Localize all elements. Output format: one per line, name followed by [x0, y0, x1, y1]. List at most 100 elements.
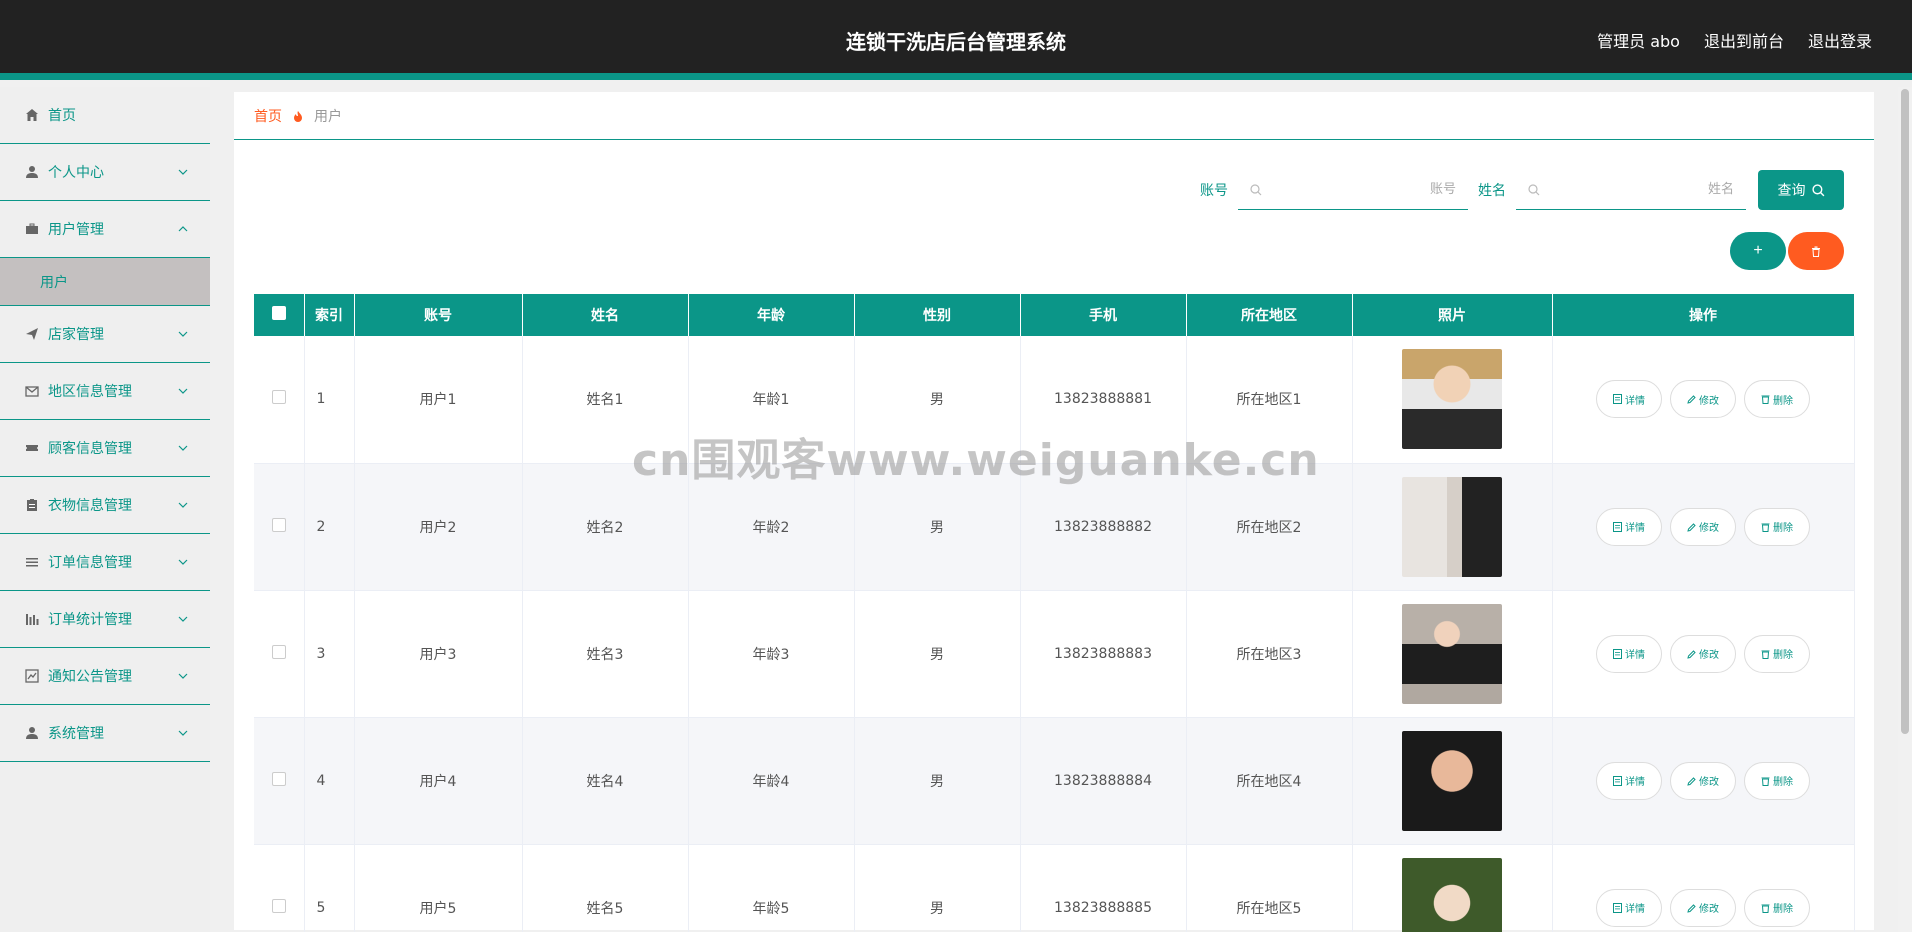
name-search-input[interactable] — [1516, 170, 1746, 209]
operations-cell: 详情 修改 删除 — [1552, 590, 1855, 718]
add-button[interactable]: + — [1730, 232, 1786, 270]
sidebar-item-label: 衣物信息管理 — [48, 498, 132, 514]
query-button[interactable]: 查询 — [1758, 170, 1844, 210]
chevron-down-icon — [178, 730, 188, 736]
delete-label: 删除 — [1773, 650, 1793, 661]
sidebar-item-user-management[interactable]: 用户管理 — [0, 201, 210, 258]
select-all-checkbox[interactable] — [271, 306, 286, 320]
user-table-wrapper: 索引 账号 姓名 年龄 性别 手机 所在地区 照片 操作 1 用户1 姓名1 年龄1 男… — [254, 294, 1855, 932]
cell-phone: 13823888884 — [1020, 717, 1187, 845]
home-icon — [24, 107, 40, 123]
sidebar: 首页 个人中心 用户管理 用户 店家管理 地区信息管理 顾客信息管理 衣物信息管… — [0, 87, 210, 932]
document-icon — [1613, 521, 1622, 532]
bar-chart-icon — [24, 611, 40, 627]
table-header-row: 索引 账号 姓名 年龄 性别 手机 所在地区 照片 操作 — [254, 294, 1855, 336]
column-header: 索引 — [304, 294, 355, 336]
search-icon — [1528, 184, 1540, 196]
row-select-cell — [254, 717, 305, 845]
cell-region: 所在地区1 — [1186, 336, 1353, 464]
detail-button[interactable]: 详情 — [1596, 888, 1662, 927]
query-button-label: 查询 — [1777, 183, 1806, 199]
sidebar-item-home[interactable]: 首页 — [0, 87, 210, 144]
sidebar-item-system-management[interactable]: 系统管理 — [0, 705, 210, 762]
search-bar: 账号 姓名 查询 — [1200, 170, 1844, 210]
column-header: 照片 — [1352, 294, 1553, 336]
cell-age: 年龄2 — [688, 463, 855, 591]
user-icon — [24, 164, 40, 180]
breadcrumb-home[interactable]: 首页 — [254, 106, 282, 126]
delete-button[interactable]: 删除 — [1744, 888, 1810, 927]
search-icon — [1250, 184, 1262, 196]
table-row: 2 用户2 姓名2 年龄2 男 13823888882 所在地区2 详情 修改 删除 — [254, 463, 1855, 591]
sidebar-item-order-management[interactable]: 订单信息管理 — [0, 534, 210, 591]
cell-gender: 男 — [854, 590, 1021, 718]
detail-button[interactable]: 详情 — [1596, 761, 1662, 800]
row-checkbox[interactable] — [271, 517, 286, 532]
row-checkbox[interactable] — [271, 898, 286, 913]
detail-button[interactable]: 详情 — [1596, 507, 1662, 546]
page-scrollbar[interactable] — [1898, 87, 1912, 932]
detail-label: 详情 — [1625, 395, 1645, 407]
scrollbar-thumb[interactable] — [1901, 89, 1909, 734]
sidebar-item-order-statistics[interactable]: 订单统计管理 — [0, 591, 210, 648]
sidebar-subitem-user[interactable]: 用户 — [0, 258, 210, 306]
cell-account: 用户3 — [354, 590, 523, 718]
exit-to-front-link[interactable]: 退出到前台 — [1704, 28, 1784, 52]
document-icon — [1613, 775, 1622, 786]
cell-name: 姓名5 — [522, 844, 689, 932]
cell-name: 姓名4 — [522, 717, 689, 845]
sidebar-item-label: 系统管理 — [48, 726, 104, 742]
top-header: 连锁干洗店后台管理系统 管理员 abo 退出到前台 退出登录 — [0, 0, 1912, 80]
edit-button[interactable]: 修改 — [1670, 888, 1736, 927]
column-header: 姓名 — [522, 294, 689, 336]
detail-button[interactable]: 详情 — [1596, 380, 1662, 419]
cell-age: 年龄5 — [688, 844, 855, 932]
delete-button[interactable]: 删除 — [1744, 761, 1810, 800]
sidebar-item-clothing-management[interactable]: 衣物信息管理 — [0, 477, 210, 534]
cell-gender: 男 — [854, 463, 1021, 591]
cell-region: 所在地区2 — [1186, 463, 1353, 591]
edit-button[interactable]: 修改 — [1670, 634, 1736, 673]
edit-button[interactable]: 修改 — [1670, 380, 1736, 419]
delete-button[interactable]: 删除 — [1744, 507, 1810, 546]
cell-account: 用户2 — [354, 463, 523, 591]
trash-icon — [1761, 904, 1770, 913]
sidebar-item-customer-management[interactable]: 顾客信息管理 — [0, 420, 210, 477]
chevron-down-icon — [178, 559, 188, 565]
edit-button[interactable]: 修改 — [1670, 507, 1736, 546]
edit-label: 修改 — [1699, 523, 1719, 534]
breadcrumb-current: 用户 — [314, 108, 342, 125]
sidebar-item-label: 订单信息管理 — [48, 555, 132, 571]
sidebar-item-label: 订单统计管理 — [48, 612, 132, 628]
cell-index: 3 — [304, 590, 355, 718]
sidebar-item-region-management[interactable]: 地区信息管理 — [0, 363, 210, 420]
row-checkbox[interactable] — [271, 390, 286, 405]
photo-cell — [1352, 463, 1553, 591]
detail-button[interactable]: 详情 — [1596, 634, 1662, 673]
delete-button[interactable]: 删除 — [1744, 634, 1810, 673]
column-header: 性别 — [854, 294, 1021, 336]
delete-button[interactable]: 删除 — [1744, 380, 1810, 419]
user-photo — [1402, 730, 1502, 831]
account-search-input[interactable] — [1238, 170, 1468, 209]
edit-button[interactable]: 修改 — [1670, 761, 1736, 800]
cell-age: 年龄3 — [688, 590, 855, 718]
user-photo — [1402, 603, 1502, 704]
cell-index: 2 — [304, 463, 355, 591]
chevron-down-icon — [178, 616, 188, 622]
chevron-down-icon — [178, 445, 188, 451]
batch-delete-button[interactable] — [1788, 232, 1844, 270]
row-checkbox[interactable] — [271, 644, 286, 659]
trash-icon — [1761, 523, 1770, 532]
account-search-label: 账号 — [1200, 183, 1228, 199]
sidebar-item-store-management[interactable]: 店家管理 — [0, 306, 210, 363]
sidebar-item-personal-center[interactable]: 个人中心 — [0, 144, 210, 201]
row-checkbox[interactable] — [271, 771, 286, 786]
operations-cell: 详情 修改 删除 — [1552, 717, 1855, 845]
cell-age: 年龄4 — [688, 717, 855, 845]
column-header: 所在地区 — [1186, 294, 1353, 336]
sidebar-item-notice-management[interactable]: 通知公告管理 — [0, 648, 210, 705]
account-search-field — [1238, 170, 1468, 210]
clipboard-icon — [24, 497, 40, 513]
logout-link[interactable]: 退出登录 — [1808, 28, 1872, 52]
